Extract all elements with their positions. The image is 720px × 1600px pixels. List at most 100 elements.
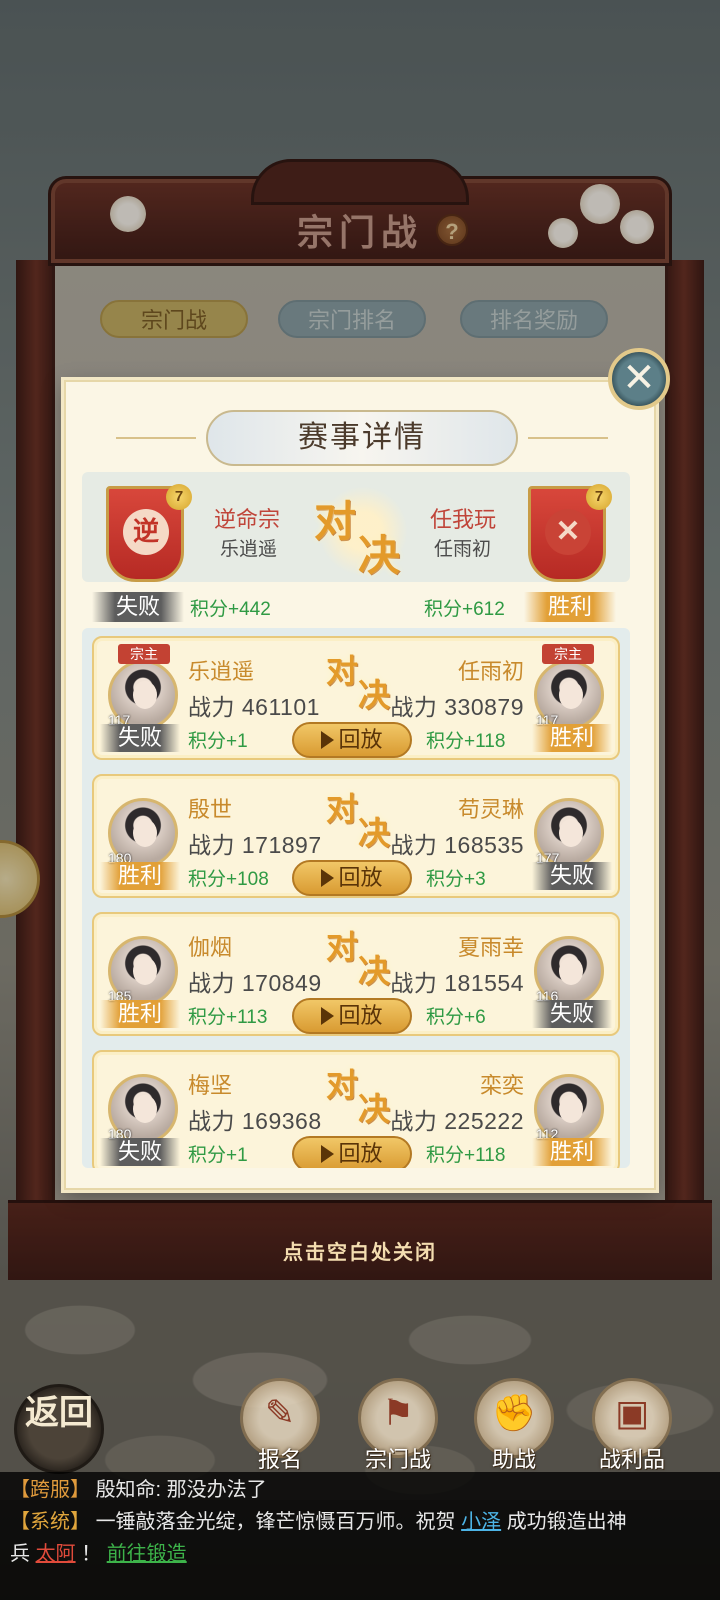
chat-channel: 【跨服】 [10,1479,90,1501]
left-points: 积分+113 [188,1007,268,1028]
left-points: 积分+1 [188,1145,248,1166]
chat-line: 兵 太阿 ！ 前往锻造 [10,1538,710,1570]
replay-button[interactable]: 回放 [292,860,412,896]
replay-button[interactable]: 回放 [292,998,412,1034]
left-leader-tag: 宗主 [118,644,170,664]
play-icon [321,1007,335,1025]
modal-title: 赛事详情 [206,410,518,466]
right-player-power: 战力 330879 [390,694,524,720]
left-points: 积分+1 [188,731,248,752]
right-sect-name: 任我玩 [430,507,497,532]
match-list[interactable]: 宗主 117 乐逍遥 战力 461101 对 决 任雨初 战力 330879 宗… [82,628,630,1168]
chat-line: 【系统】 一锤敲落金光绽，锋芒惊慑百万师。祝贺 小泽 成功锻造出神 [10,1506,710,1538]
vs-char-2: 决 [358,814,391,852]
left-player-power: 战力 169368 [188,1108,322,1134]
nav-signup-label: 报名 [257,1447,302,1472]
vs-char-2: 决 [358,952,391,990]
crossed-swords-icon: ✕ [545,509,591,555]
right-leader-tag: 宗主 [542,644,594,664]
right-player-name: 栾奕 [479,1073,524,1098]
flag-mountain-icon: ⚑ [381,1392,415,1433]
chat-panel[interactable]: 【跨服】 殷知命: 那没办法了 【系统】 一锤敲落金光绽，锋芒惊慑百万师。祝贺 … [0,1472,720,1600]
chat-text: 一锤敲落金光绽，锋芒惊慑百万师。祝贺 [95,1511,456,1533]
match-card: 宗主 117 乐逍遥 战力 461101 对 决 任雨初 战力 330879 宗… [92,636,620,760]
nav-assist-label: 助战 [491,1447,536,1472]
chat-player-link[interactable]: 小泽 [461,1511,501,1533]
left-player-power: 战力 171897 [188,832,322,858]
vs-char-1: 对 [326,928,359,966]
replay-label: 回放 [338,1141,383,1166]
match-card: 185 伽烟 战力 170849 对 决 夏雨幸 战力 181554 116 胜… [92,912,620,1036]
left-player-power: 战力 461101 [188,694,320,720]
vs-char-1: 对 [314,497,357,546]
scroll-icon: ✎ [264,1392,296,1433]
left-result-tag: 失败 [100,1138,180,1166]
left-result-tag: 胜利 [100,1000,180,1028]
chat-text: 成功锻造出神 [506,1511,627,1533]
left-sect-points: 积分+442 [190,599,271,620]
right-result-tag: 失败 [532,862,612,890]
nav-sect-war-label: 宗门战 [364,1447,431,1472]
vs-char-2: 决 [358,531,401,580]
nav-signup[interactable]: ✎ 报名 [232,1378,328,1474]
right-sect-leader: 任雨初 [434,539,492,560]
left-player-name: 殷世 [188,797,233,822]
title-ornament-right [528,437,608,439]
play-icon [321,869,335,887]
left-player-name: 伽烟 [188,935,233,960]
vs-char-1: 对 [326,652,359,690]
left-player-name: 乐逍遥 [188,659,255,684]
match-card: 180 殷世 战力 171897 对 决 苟灵琳 战力 168535 177 胜… [92,774,620,898]
replay-button[interactable]: 回放 [292,1136,412,1168]
chest-icon: ▣ [614,1392,649,1433]
right-player-power: 战力 168535 [390,832,524,858]
right-result-tag: 失败 [532,1000,612,1028]
chat-channel: 【系统】 [10,1511,90,1533]
vs-char-2: 决 [358,1090,391,1128]
back-button[interactable]: 返回 [14,1384,104,1474]
vs-char-1: 对 [326,790,359,828]
nav-loot[interactable]: ▣ 战利品 [584,1378,680,1474]
right-player-power: 战力 181554 [390,970,524,996]
handshake-icon: ✊ [491,1392,537,1433]
replay-button[interactable]: 回放 [292,722,412,758]
vs-char-1: 对 [326,1066,359,1104]
title-ornament-left [116,437,196,439]
right-player-name: 苟灵琳 [457,797,524,822]
left-sect-name: 逆命宗 [214,507,281,532]
match-details-modal: 赛事详情 逆 7 逆命宗 乐逍遥 对 决 任我玩 任雨初 ✕ 7 失败 积分+4… [64,380,656,1190]
chat-text: ！ [81,1543,102,1565]
right-points: 积分+3 [426,869,486,890]
right-player-name: 任雨初 [457,659,524,684]
right-player-name: 夏雨幸 [457,935,524,960]
left-player-name: 梅坚 [188,1073,233,1098]
chat-item-link[interactable]: 太阿 [36,1543,76,1565]
left-sect-result: 失败 [92,592,184,622]
close-icon: ✕ [622,356,656,400]
replay-label: 回放 [338,865,383,890]
chat-text: 兵 [10,1543,30,1565]
left-sect-rank-badge: 7 [166,484,192,510]
right-result-tag: 胜利 [532,724,612,752]
play-icon [321,731,335,749]
right-sect-rank-badge: 7 [586,484,612,510]
vs-char-2: 决 [358,676,391,714]
replay-label: 回放 [338,1003,383,1028]
left-result-tag: 失败 [100,724,180,752]
tap-to-close-hint: 点击空白处关闭 [283,1240,437,1264]
replay-label: 回放 [338,727,383,752]
match-card: 180 梅坚 战力 169368 对 决 栾奕 战力 225222 112 失败… [92,1050,620,1168]
nav-assist[interactable]: ✊ 助战 [466,1378,562,1474]
nav-sect-war[interactable]: ⚑ 宗门战 [350,1378,446,1474]
left-sect-emblem: 逆 [123,509,169,555]
right-result-tag: 胜利 [532,1138,612,1166]
left-player-power: 战力 170849 [188,970,322,996]
chat-line: 【跨服】 殷知命: 那没办法了 [10,1474,710,1506]
left-points: 积分+108 [188,869,269,890]
go-forge-link[interactable]: 前往锻造 [107,1543,187,1565]
left-result-tag: 胜利 [100,862,180,890]
play-icon [321,1145,335,1163]
right-sect-result: 胜利 [524,592,616,622]
close-button[interactable]: ✕ [608,348,670,410]
right-points: 积分+118 [426,731,506,752]
